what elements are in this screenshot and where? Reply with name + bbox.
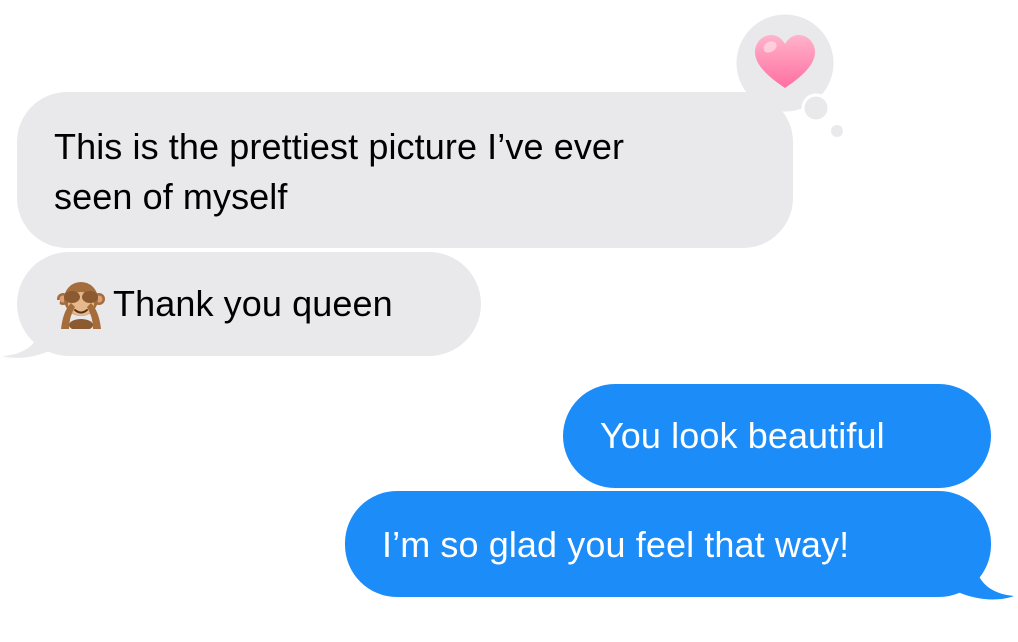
message-text: Thank you queen	[113, 283, 393, 324]
message-text: You look beautiful	[600, 415, 885, 456]
received-message-bubble[interactable]: This is the prettiest picture I’ve ever …	[17, 92, 793, 248]
sent-message-bubble[interactable]: I’m so glad you feel that way!	[345, 491, 991, 597]
message-text: I’m so glad you feel that way!	[382, 524, 850, 565]
received-message-bubble[interactable]: Thank you queen	[17, 252, 481, 356]
message-text: This is the prettiest picture I’ve ever …	[54, 126, 625, 217]
sent-bubble-tail	[950, 540, 1014, 600]
received-bubble-tail	[2, 300, 60, 358]
sent-message-bubble[interactable]: You look beautiful	[563, 384, 991, 488]
